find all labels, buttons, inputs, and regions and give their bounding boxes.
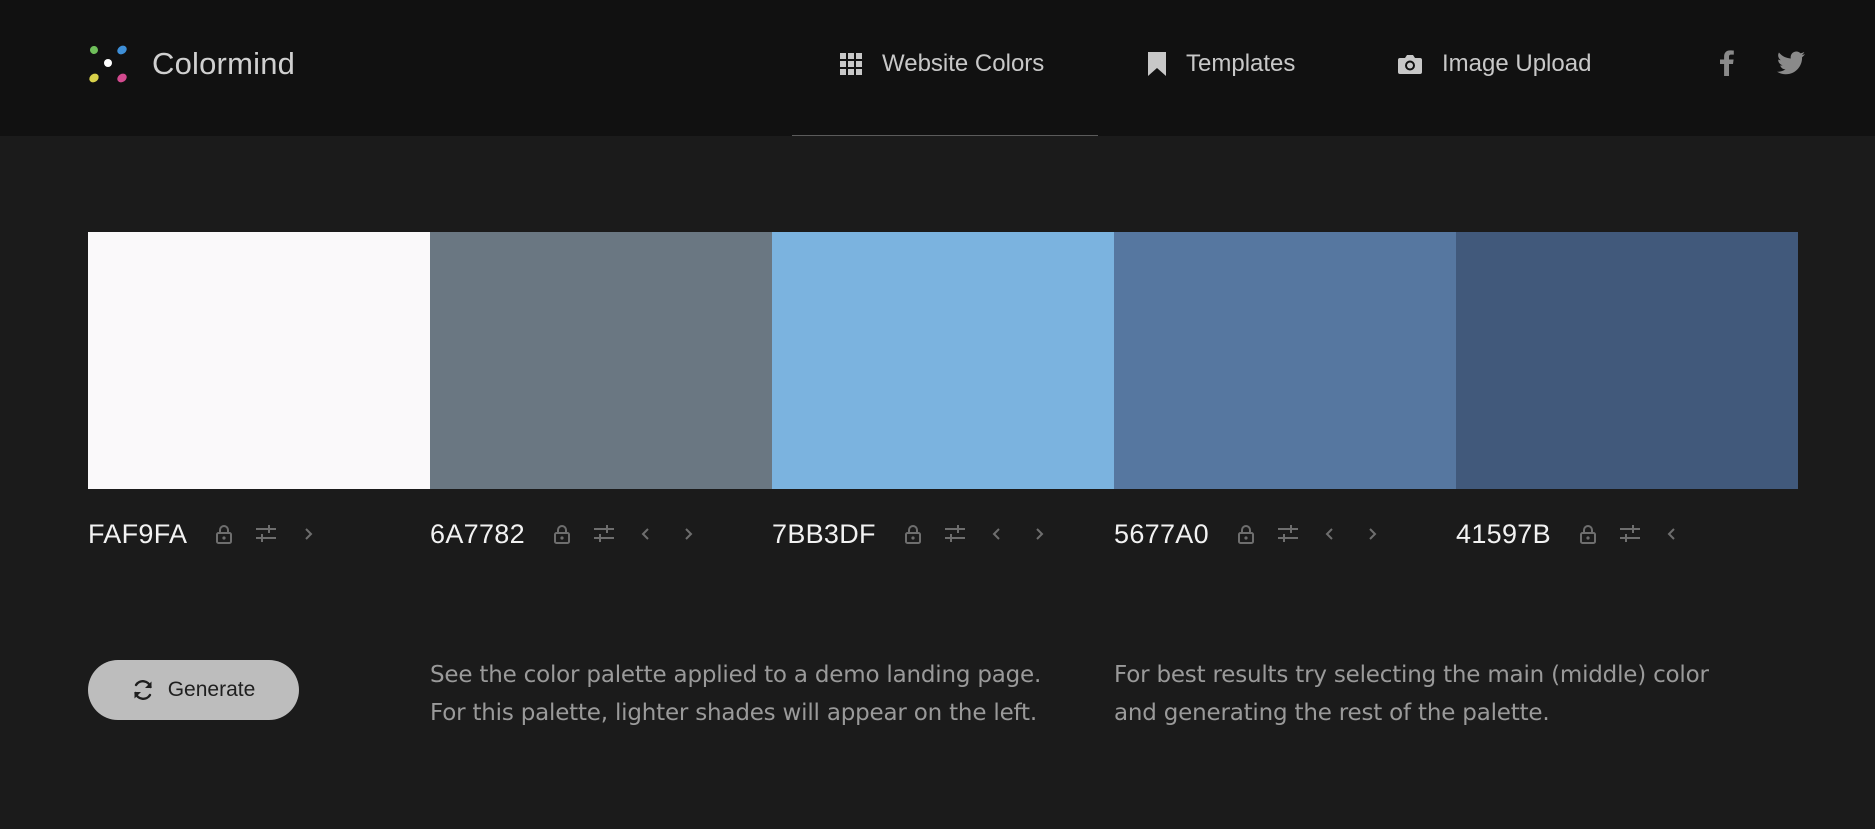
sliders-icon [256, 525, 277, 542]
hex-code[interactable]: 41597B [1456, 519, 1551, 550]
refresh-icon [134, 680, 152, 700]
move-right-button[interactable] [1361, 523, 1383, 545]
hex-code[interactable]: 5677A0 [1114, 519, 1209, 550]
hex-code[interactable]: 7BB3DF [772, 519, 876, 550]
adjust-button[interactable] [1619, 523, 1641, 545]
nav-website-colors[interactable]: Website Colors [840, 46, 1044, 82]
move-left-button[interactable] [635, 523, 657, 545]
chevron-right-icon [1369, 528, 1377, 540]
adjust-button[interactable] [944, 523, 966, 545]
chevron-left-icon [1667, 528, 1675, 540]
lock-button[interactable] [1235, 523, 1257, 545]
tip-info-line-1: For best results try selecting the main … [1114, 662, 1709, 688]
top-navigation-bar: Colormind Website Colors Templates Image… [0, 0, 1875, 136]
tip-info-line-2: and generating the rest of the palette. [1114, 700, 1550, 726]
facebook-icon [1720, 50, 1734, 76]
generate-button-label: Generate [167, 678, 256, 701]
nav-website-colors-label: Website Colors [882, 50, 1045, 77]
hex-code[interactable]: FAF9FA [88, 519, 187, 550]
nav-image-upload-label: Image Upload [1442, 50, 1592, 77]
colormind-logo-icon[interactable] [86, 42, 130, 86]
move-left-button[interactable] [986, 523, 1008, 545]
sliders-icon [593, 525, 614, 542]
sliders-icon [1619, 525, 1640, 542]
demo-info-text: See the color palette applied to a demo … [430, 656, 1041, 732]
lock-icon [1579, 525, 1596, 544]
lock-button[interactable] [213, 523, 235, 545]
bookmark-icon [1148, 52, 1166, 76]
adjust-button[interactable] [593, 523, 615, 545]
tip-info-text: For best results try selecting the main … [1114, 656, 1709, 732]
swatch-4-controls: 5677A0 [1114, 514, 1403, 554]
swatch-3[interactable] [772, 232, 1114, 489]
lock-button[interactable] [551, 523, 573, 545]
chevron-right-icon [685, 528, 693, 540]
sliders-icon [944, 525, 965, 542]
swatch-3-controls: 7BB3DF [772, 514, 1070, 554]
lock-icon [216, 525, 233, 544]
generate-button[interactable]: Generate [88, 660, 299, 720]
nav-image-upload[interactable]: Image Upload [1398, 46, 1591, 82]
swatch-4[interactable] [1114, 232, 1456, 489]
adjust-button[interactable] [1277, 523, 1299, 545]
swatch-2[interactable] [430, 232, 772, 489]
move-left-button[interactable] [1319, 523, 1341, 545]
lock-icon [553, 525, 570, 544]
demo-info-line-2: For this palette, lighter shades will ap… [430, 700, 1037, 726]
chevron-left-icon [1325, 528, 1333, 540]
swatch-5[interactable] [1456, 232, 1798, 489]
facebook-link[interactable] [1712, 48, 1742, 78]
chevron-left-icon [992, 528, 1000, 540]
nav-templates-label: Templates [1186, 50, 1296, 77]
move-right-button[interactable] [677, 523, 699, 545]
swatch-1-controls: FAF9FA [88, 514, 339, 554]
sliders-icon [1277, 525, 1298, 542]
swatch-1[interactable] [88, 232, 430, 489]
adjust-button[interactable] [255, 523, 277, 545]
chevron-right-icon [1036, 528, 1044, 540]
twitter-icon [1777, 51, 1805, 75]
demo-info-line-1: See the color palette applied to a demo … [430, 662, 1042, 688]
move-right-button[interactable] [1028, 523, 1050, 545]
camera-icon [1398, 55, 1422, 74]
brand-name[interactable]: Colormind [152, 46, 295, 82]
active-nav-indicator [792, 135, 1098, 136]
move-right-button[interactable] [297, 523, 319, 545]
nav-templates[interactable]: Templates [1148, 46, 1295, 82]
chevron-left-icon [641, 528, 649, 540]
lock-icon [904, 525, 921, 544]
chevron-right-icon [305, 528, 313, 540]
lock-icon [1237, 525, 1254, 544]
hex-code[interactable]: 6A7782 [430, 519, 525, 550]
twitter-link[interactable] [1776, 48, 1806, 78]
lock-button[interactable] [902, 523, 924, 545]
grid-icon [840, 53, 862, 75]
swatch-2-controls: 6A7782 [430, 514, 719, 554]
lock-button[interactable] [1577, 523, 1599, 545]
move-left-button[interactable] [1661, 523, 1683, 545]
palette-swatches [88, 232, 1798, 489]
swatch-5-controls: 41597B [1456, 514, 1703, 554]
